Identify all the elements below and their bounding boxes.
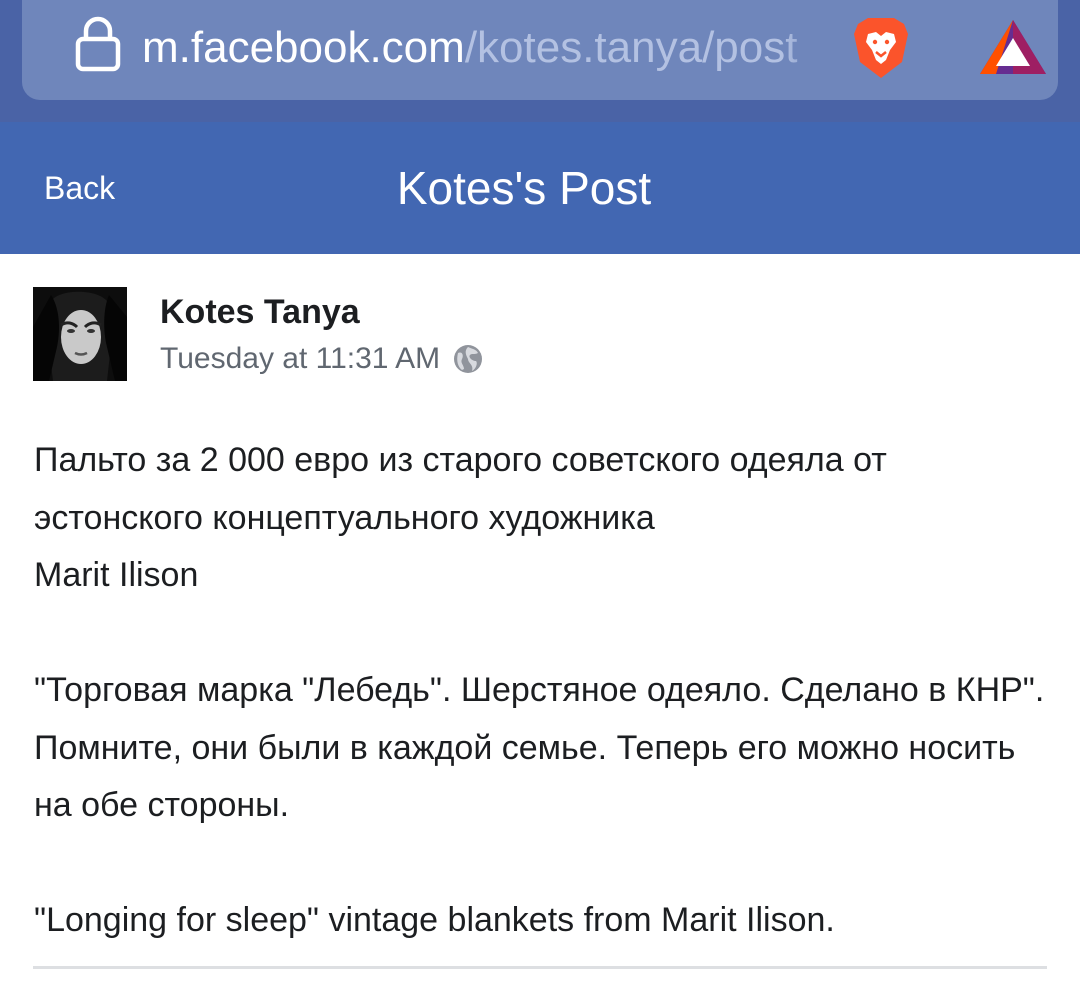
browser-toolbar: m.facebook.com/kotes.tanya/post bbox=[0, 0, 1080, 122]
brave-lion-icon[interactable] bbox=[850, 14, 912, 82]
post-paragraph: "Торговая марка "Лебедь". Шерстяное одея… bbox=[34, 671, 1045, 824]
post-paragraph: "Longing for sleep" vintage blankets fro… bbox=[34, 901, 835, 939]
address-bar[interactable]: m.facebook.com/kotes.tanya/post bbox=[22, 0, 1058, 100]
post-text: Пальто за 2 000 евро из старого советско… bbox=[34, 432, 1054, 950]
globe-icon bbox=[454, 345, 483, 373]
url-host: m.facebook.com bbox=[142, 23, 465, 72]
bat-rewards-icon[interactable] bbox=[978, 18, 1048, 76]
lock-icon bbox=[75, 16, 121, 72]
post-paragraph: Marit Ilison bbox=[34, 556, 199, 594]
divider bbox=[33, 966, 1047, 969]
author-name[interactable]: Kotes Tanya bbox=[160, 290, 360, 334]
avatar[interactable] bbox=[33, 287, 127, 381]
url-path: /kotes.tanya/post bbox=[464, 23, 798, 72]
post-meta: Tuesday at 11:31 AM bbox=[160, 338, 484, 380]
url-fade bbox=[782, 18, 832, 78]
url-text[interactable]: m.facebook.com/kotes.tanya/post bbox=[142, 18, 822, 78]
post-paragraph: Пальто за 2 000 евро из старого советско… bbox=[34, 441, 887, 537]
post-timestamp[interactable]: Tuesday at 11:31 AM bbox=[160, 338, 440, 380]
page-title-text: Kotes's Post bbox=[396, 162, 652, 214]
page-title: Kotes's Post bbox=[0, 156, 1080, 220]
avatar-photo bbox=[33, 287, 127, 381]
page-header: Back Kotes's Post bbox=[0, 122, 1080, 254]
